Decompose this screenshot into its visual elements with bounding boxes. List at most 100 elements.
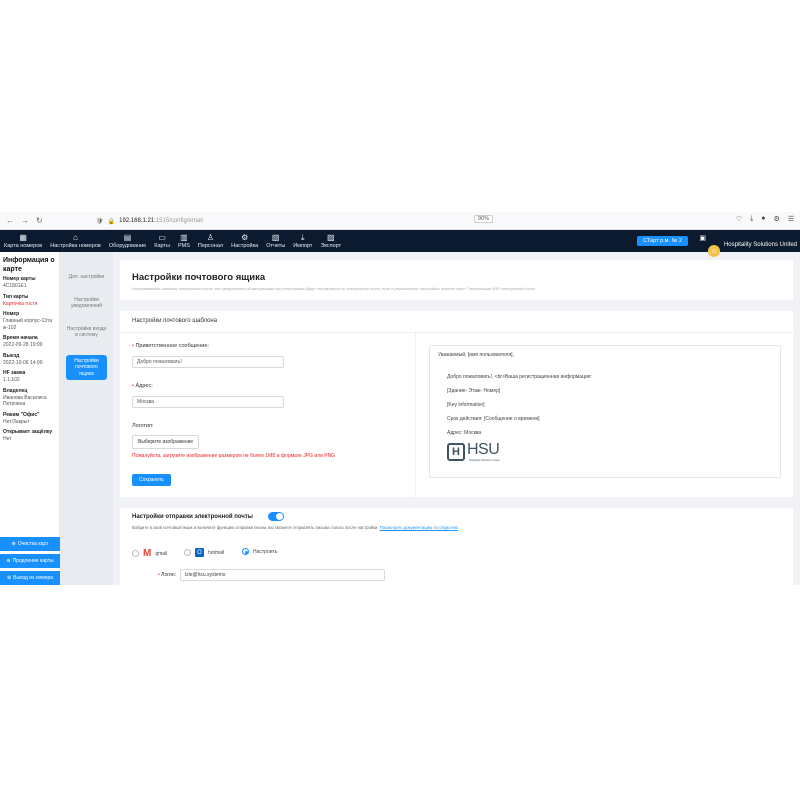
hotmail-radio[interactable] — [184, 549, 191, 556]
download-icon[interactable]: ⤓ — [750, 215, 753, 223]
topnav-item-0[interactable]: ▦ Карта номеров — [4, 233, 42, 252]
report-icon: ▧ — [271, 233, 280, 242]
provider-gmail[interactable]: M gmail — [132, 548, 167, 559]
card-field-value: 2022-09-28 19:00 — [3, 342, 43, 348]
sending-toggle[interactable] — [268, 512, 284, 521]
topnav-label: Персонал — [197, 243, 224, 249]
card-field-value: Нет — [3, 436, 12, 442]
extend-card-button[interactable]: ⊕ Продление карты — [0, 554, 60, 568]
gmail-radio[interactable] — [132, 550, 139, 557]
topnav-item-4[interactable]: ▥ PMS — [178, 233, 190, 252]
topnav-item-2[interactable]: ▤ Оборудование — [109, 233, 146, 252]
greeting-input[interactable]: Добро пожаловать! — [132, 356, 284, 368]
topnav-label: Настройка — [231, 243, 259, 249]
greeting-label-text: Приветственное сообщение: — [135, 343, 209, 349]
hsu-logo-text: HSU — [467, 441, 500, 458]
topnav-item-6[interactable]: ⚙ Настройка — [231, 233, 258, 252]
card-field: Выезд 2022-10-06 14:00 — [0, 353, 59, 371]
forward-icon[interactable]: → — [21, 216, 29, 225]
card-field-value: 1.1.102 — [3, 377, 20, 383]
email-sending-card: Настройки отправки электронной почты Вой… — [120, 508, 793, 585]
pocket-icon[interactable]: ♡ — [736, 215, 742, 223]
checkout-button[interactable]: ⊕ Выезд из номера — [0, 571, 60, 585]
address-input[interactable]: Москва — [132, 396, 284, 408]
extension-icon[interactable]: ● — [761, 215, 765, 223]
hsu-logo: H HSU Hospitality Solutions United — [447, 441, 500, 462]
sending-desc-text: Войдите в свой почтовый ящик и включите … — [132, 525, 379, 530]
subnav-item-0[interactable]: Доп. настройки — [66, 274, 107, 281]
clear-cards-button[interactable]: ⊕ Очистка карт — [0, 537, 60, 551]
provider-custom[interactable]: Настроить — [242, 548, 277, 555]
topnav-label: Импорт — [293, 243, 313, 249]
card-field: Номер карты 4C1801E1 — [0, 276, 59, 294]
preview-line4: Срок действия: [Сообщение о времени] — [447, 416, 540, 422]
card-info-panel: Информация о карте Номер карты 4C1801E1 Ти… — [0, 252, 60, 585]
subnav-item-1[interactable]: Настройки уведомлений — [66, 297, 107, 310]
action-icon: ⊕ — [11, 541, 16, 547]
topnav-item-1[interactable]: ⌂ Настройка номеров — [50, 233, 101, 252]
topnav-item-8[interactable]: ⤓ Импорт — [293, 233, 312, 252]
card-info-fields: Номер карты 4C1801E1 Тип карты Карточка гос… — [0, 276, 59, 447]
settings-icon[interactable]: ⚙ — [773, 215, 779, 223]
template-section-title: Настройки почтового шаблона — [132, 318, 218, 324]
card-actions: ⊕ Очистка карт ⊕ Продление карты ⊕ Выезд из н… — [0, 534, 60, 585]
login-label: • Логин: — [158, 572, 176, 578]
top-navigation: ▦ Карта номеров ⌂ Настройка номеров ▤ Оборудо… — [0, 230, 800, 265]
save-button[interactable]: Сохранить — [132, 474, 171, 486]
hotmail-label: hotmail — [208, 549, 225, 556]
topnav-label: Карта номеров — [4, 243, 43, 249]
card-field-label: HF замка — [3, 370, 26, 376]
gear-icon: ⚙ — [241, 233, 249, 242]
home-icon: ⌂ — [73, 233, 78, 242]
action-icon: ⊕ — [6, 575, 12, 581]
card-field: Открывает защёлку Нет — [0, 429, 59, 447]
card-field: HF замка 1.1.102 — [0, 370, 59, 388]
card-field: Тип карты Карточка гостя — [0, 294, 59, 312]
menu-icon[interactable]: ☰ — [788, 215, 794, 223]
greeting-label: • Приветственное сообщение: — [132, 343, 209, 349]
custom-radio[interactable] — [242, 548, 249, 555]
preview-line2: [Здание- Этаж- Номер] — [447, 388, 501, 394]
card-field-value: Главный корпус-13та ж-102 — [3, 318, 53, 331]
card-field-label: Номер карты — [3, 276, 36, 282]
card-icon: ▭ — [158, 233, 166, 242]
start-workstation-button[interactable]: СТарт р.м. № 2 — [637, 236, 688, 246]
device-icon[interactable]: ▣ — [699, 234, 706, 242]
url-host: 192.168.1.21 — [119, 218, 155, 224]
custom-label: Настроить — [253, 548, 278, 555]
gmail-icon: M — [143, 548, 152, 559]
docs-link[interactable]: Посмотреть документацию по открытию — [380, 525, 458, 530]
login-label-text: Логин: — [161, 572, 176, 578]
provider-hotmail[interactable]: O hotmail — [184, 548, 224, 557]
topnav-label: Карты — [154, 243, 170, 249]
topnav-item-7[interactable]: ▧ Отчеты — [266, 233, 285, 252]
hsu-logo-mark-icon: H — [447, 442, 465, 461]
import-icon: ⤓ — [301, 233, 305, 242]
back-icon[interactable]: ← — [6, 216, 14, 225]
top-nav-items: ▦ Карта номеров ⌂ Настройка номеров ▤ Оборудо… — [4, 233, 349, 252]
address-bar[interactable]: 🛡 🔒 192.168.1.21:1515/config/email — [96, 215, 676, 227]
choose-image-button[interactable]: Выберите изображение — [132, 435, 200, 449]
card-field-value: 4C1801E1 — [3, 283, 27, 289]
login-input[interactable]: lzle@hsu.systems — [180, 569, 385, 581]
preview-line1: Добро пожаловать!, <br>Ваша регистрацион… — [447, 374, 592, 380]
logo-label: Логотип: — [132, 423, 154, 429]
page-title: Настройки почтового ящика — [132, 272, 266, 283]
topnav-item-5[interactable]: ♙ Персонал — [198, 233, 223, 252]
card-field-label: Режим "Офис" — [3, 411, 40, 418]
reload-icon[interactable]: ↻ — [36, 216, 43, 225]
shield-icon: 🛡 — [96, 218, 104, 225]
sending-title: Настройки отправки электронной почты — [132, 514, 253, 520]
subnav-item-3[interactable]: Настройки почтового ящика — [66, 354, 107, 380]
topnav-label: Отчеты — [266, 243, 286, 249]
topnav-item-9[interactable]: ▨ Экспорт — [320, 233, 341, 252]
card-field-label: Тип карты — [3, 293, 29, 300]
export-icon: ▨ — [326, 233, 335, 242]
company-name: Hospitality Solutions United — [723, 242, 797, 248]
zoom-level[interactable]: 90% — [474, 215, 494, 223]
topnav-item-3[interactable]: ▭ Карты — [154, 233, 170, 252]
browser-nav: ← → ↻ — [6, 216, 43, 225]
settings-subnav: Доп. настройки Настройки уведомлений Настр… — [60, 252, 113, 585]
card-field-label: Открывает защёлку — [3, 429, 53, 435]
subnav-item-2[interactable]: Настройки входа в систему — [66, 326, 107, 339]
